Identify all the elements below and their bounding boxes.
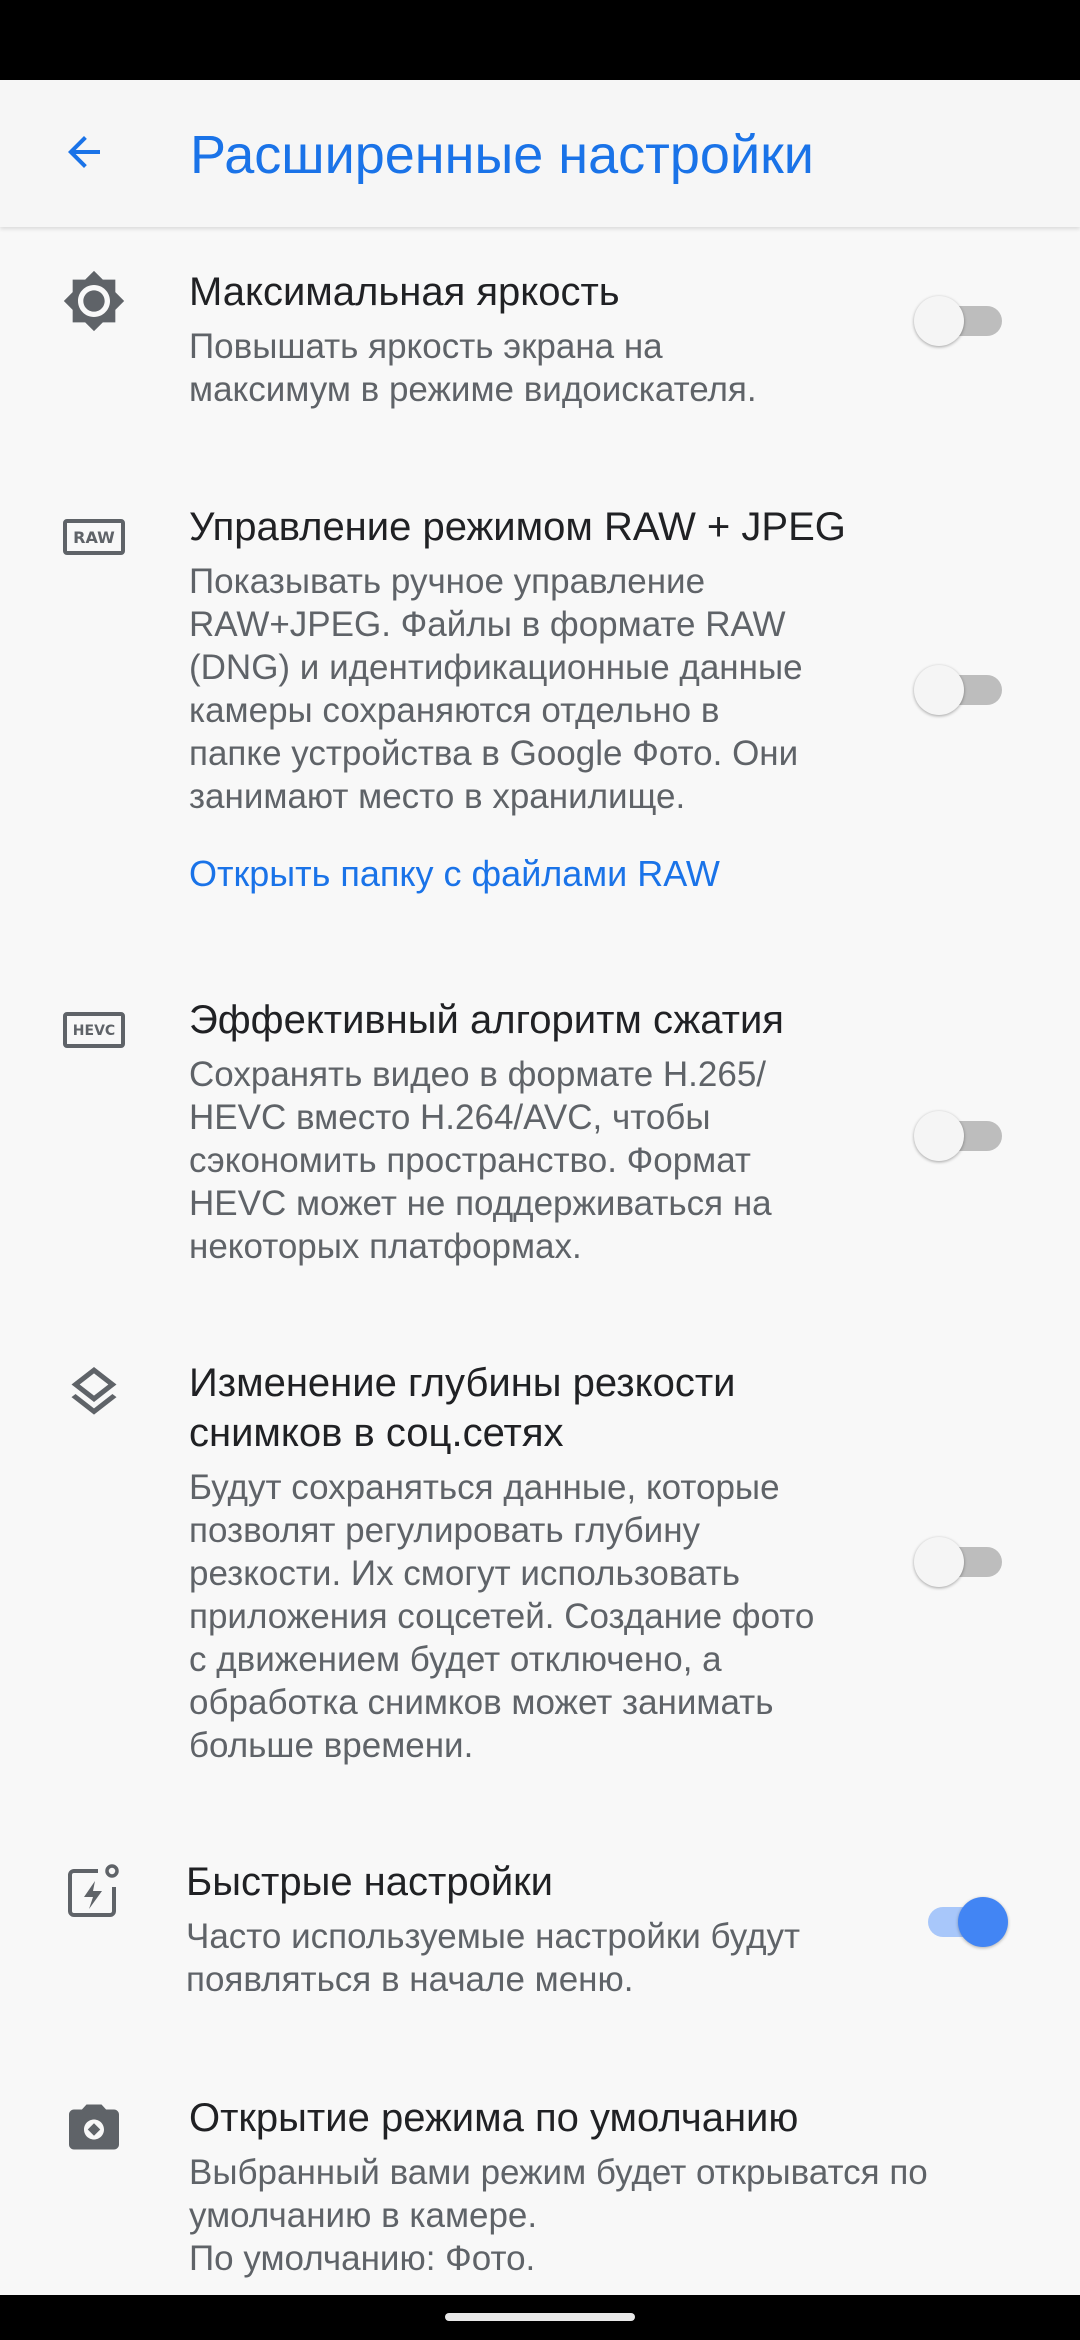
setting-quick-settings[interactable]: Быстрые настройки Часто используемые нас… xyxy=(0,1857,1080,2007)
setting-description: Повышать яркость экрана на максимум в ре… xyxy=(189,327,757,409)
setting-default-mode[interactable]: Открытие режима по умолчанию Выбранный в… xyxy=(0,2093,1080,2293)
back-button[interactable] xyxy=(40,108,128,196)
setting-title: Максимальная яркость xyxy=(189,270,620,314)
raw-jpeg-switch[interactable] xyxy=(914,660,1018,720)
setting-title: Эффективный алгоритм сжатия xyxy=(189,998,784,1042)
open-raw-folder-link[interactable]: Открыть папку с файлами RAW xyxy=(189,849,720,899)
setting-depth-social[interactable]: Изменение глубины резкости снимков в соц… xyxy=(0,1358,1080,1768)
setting-description: Сохранять видео в формате H.265/ HEVC вм… xyxy=(189,1055,772,1266)
setting-description: Показывать ручное управление RAW+JPEG. Ф… xyxy=(189,562,803,816)
hevc-icon: HEVC xyxy=(60,995,128,1063)
quick-settings-icon xyxy=(60,1857,128,1925)
camera-mode-icon xyxy=(60,2093,128,2161)
arrow-back-icon xyxy=(68,136,100,168)
setting-raw-jpeg[interactable]: RAW Управление режимом RAW + JPEG Показы… xyxy=(0,502,1080,862)
max-brightness-switch[interactable] xyxy=(914,291,1018,351)
raw-icon: RAW xyxy=(60,502,128,570)
brightness-icon xyxy=(60,267,128,335)
setting-hevc[interactable]: HEVC Эффективный алгоритм сжатия Сохраня… xyxy=(0,995,1080,1285)
hevc-icon-label: HEVC xyxy=(73,1023,115,1039)
setting-description: Часто используемые настройки будут появл… xyxy=(186,1917,801,1999)
home-handle[interactable] xyxy=(445,2313,635,2321)
raw-icon-label: RAW xyxy=(73,528,115,547)
setting-title: Быстрые настройки xyxy=(186,1860,554,1904)
hevc-switch[interactable] xyxy=(914,1106,1018,1166)
layers-icon xyxy=(60,1358,128,1426)
setting-description: Будут сохраняться данные, которые позвол… xyxy=(189,1468,815,1765)
app-bar: Расширенные настройки xyxy=(0,80,1080,227)
navigation-bar xyxy=(0,2295,1080,2340)
setting-title: Управление режимом RAW + JPEG xyxy=(189,505,846,549)
page-title: Расширенные настройки xyxy=(190,125,814,185)
status-bar xyxy=(0,0,1080,80)
setting-title: Изменение глубины резкости снимков в соц… xyxy=(189,1361,736,1455)
setting-max-brightness[interactable]: Максимальная яркость Повышать яркость эк… xyxy=(0,267,1080,417)
settings-list: Максимальная яркость Повышать яркость эк… xyxy=(0,227,1080,2295)
depth-social-switch[interactable] xyxy=(914,1532,1018,1592)
setting-description: Выбранный вами режим будет открыватся по… xyxy=(189,2153,928,2278)
quick-settings-switch[interactable] xyxy=(914,1892,1018,1952)
setting-title: Открытие режима по умолчанию xyxy=(189,2096,799,2140)
